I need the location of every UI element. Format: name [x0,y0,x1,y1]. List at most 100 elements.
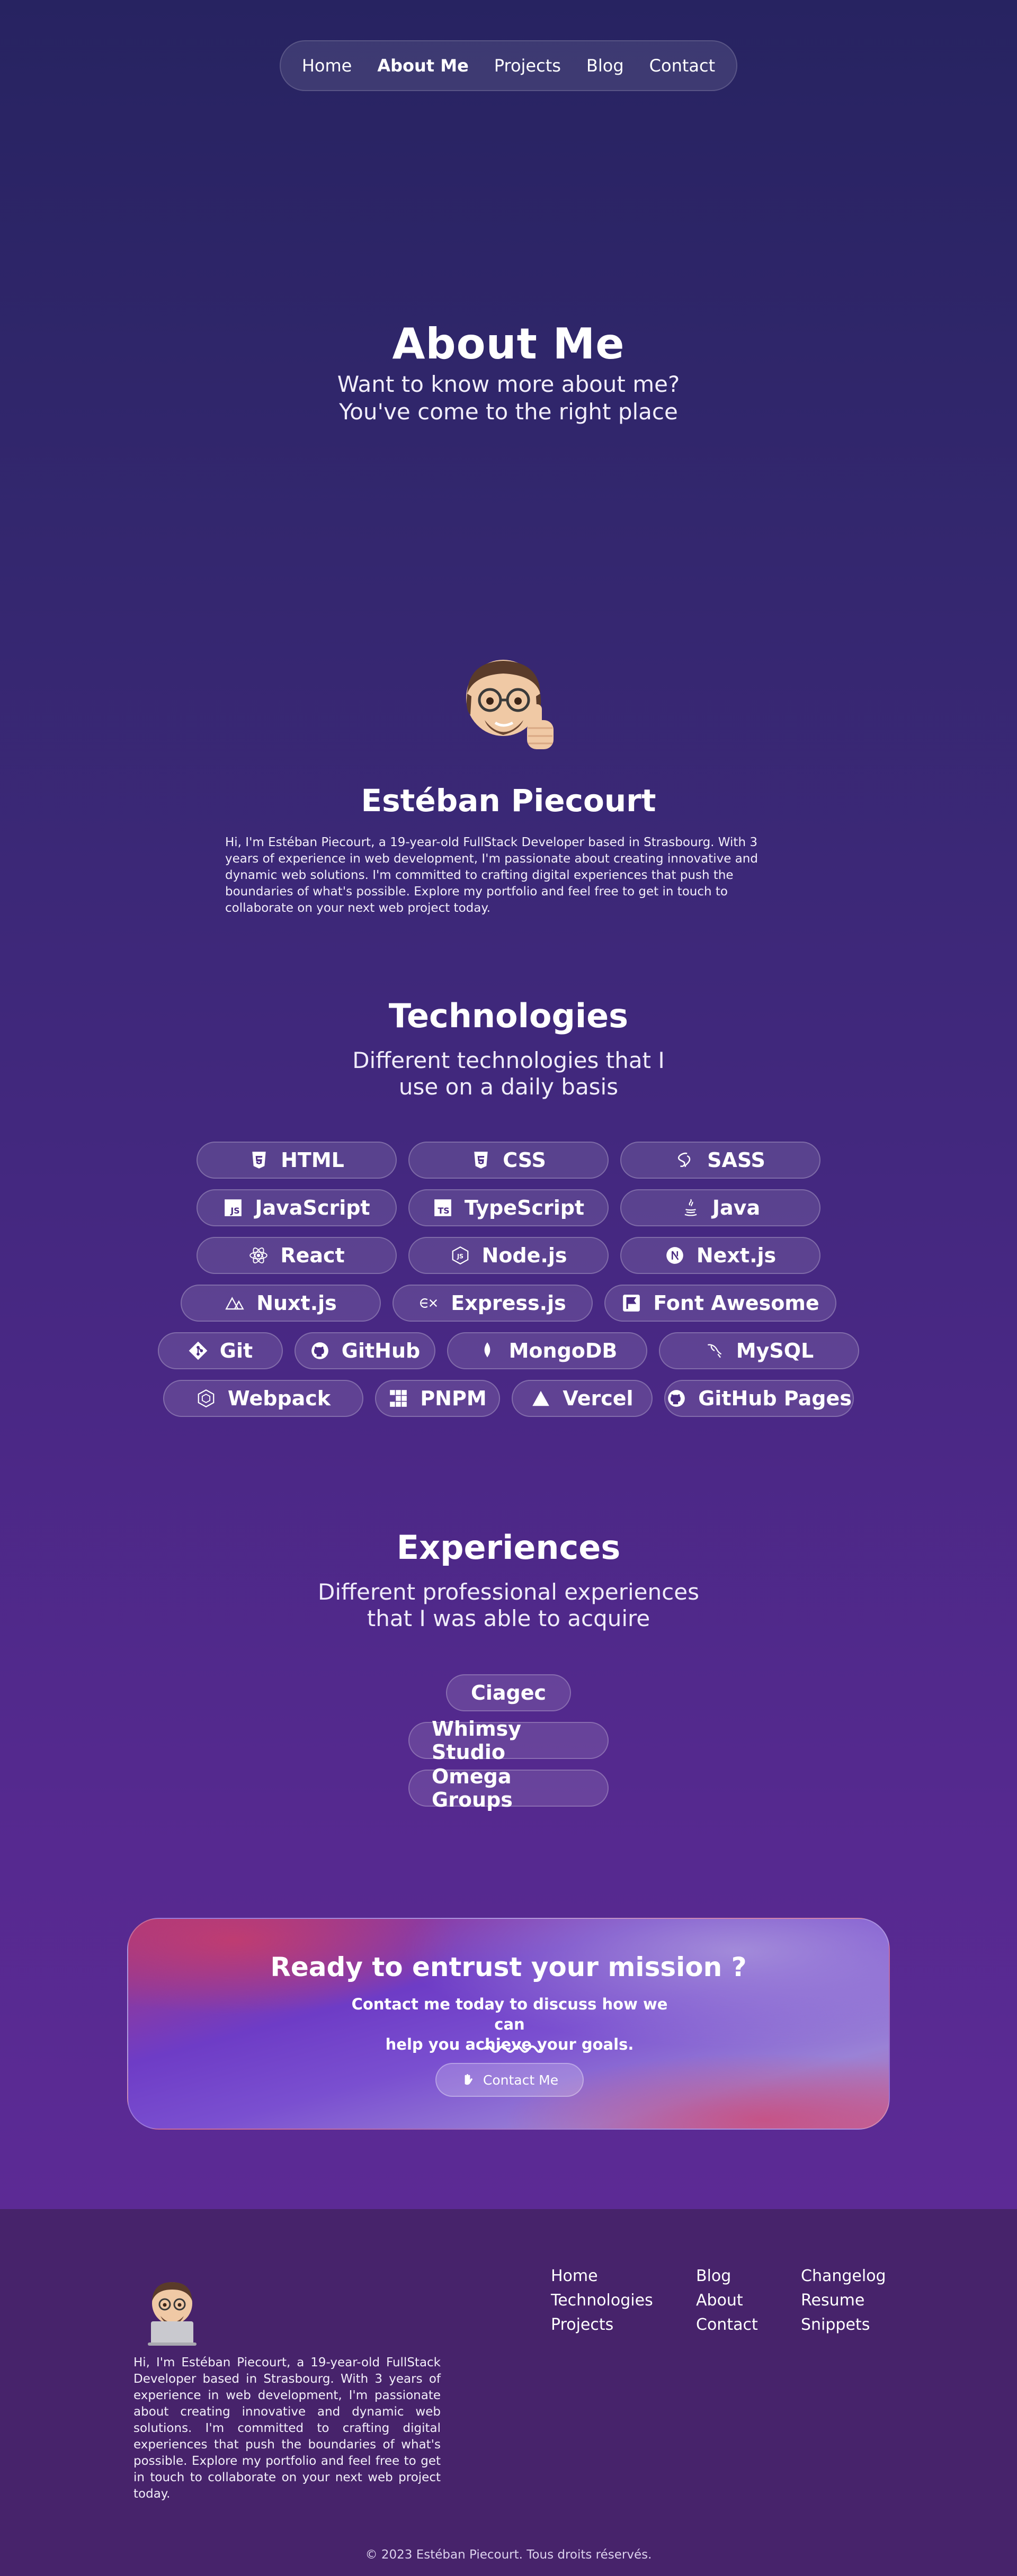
technologies-row: React JS Node.js Next.js [0,1237,1017,1274]
tech-chip-label: Webpack [227,1387,331,1410]
mysql-icon [704,1341,725,1361]
tech-chip-nuxtjs[interactable]: Nuxt.js [181,1285,381,1322]
footer: Hi, I'm Estéban Piecourt, a 19-year-old … [0,2209,1017,2576]
nav-link-about-me[interactable]: About Me [364,56,481,76]
tech-chip-label: Nuxt.js [256,1291,337,1315]
vercel-icon [531,1388,551,1408]
nav-link-home[interactable]: Home [289,56,365,76]
experience-chip-ciagec[interactable]: Ciagec [446,1674,571,1711]
font-awesome-icon [621,1293,641,1313]
technologies-row: Webpack PNPM Vercel GitHub Pages [0,1380,1017,1417]
memoji-thumbs-up-icon [466,660,554,749]
react-icon [248,1245,269,1265]
tech-chip-mongodb[interactable]: MongoDB [447,1332,647,1369]
experience-chip-whimsy-studio[interactable]: Whimsy Studio [408,1717,609,1764]
sass-icon [675,1150,695,1170]
footer-bio: Hi, I'm Estéban Piecourt, a 19-year-old … [133,2356,441,2501]
footer-link-about[interactable]: About [696,2291,758,2311]
webpack-icon [196,1388,216,1408]
tech-chip-javascript[interactable]: JS JavaScript [197,1189,397,1226]
hero-subtitle-line-2: You've come to the right place [339,399,678,425]
cta-title: Ready to entrust your mission ? [270,1952,747,1982]
hero-subtitle-line-1: Want to know more about me? [337,371,680,397]
tech-chip-nextjs[interactable]: Next.js [620,1237,820,1274]
tech-chip-html[interactable]: HTML [197,1142,397,1179]
footer-link-blog[interactable]: Blog [696,2266,758,2286]
footer-link-projects[interactable]: Projects [551,2315,653,2335]
page-title: About Me [392,319,625,369]
copyright-text: © 2023 Estéban Piecourt. Tous droits rés… [365,2548,652,2562]
tech-chip-label: Git [219,1339,253,1362]
experiences-title: Experiences [396,1528,621,1567]
experiences-subtitle-line-2: that I was able to acquire [367,1605,650,1631]
tech-chip-label: Node.js [481,1244,567,1267]
tech-chip-github[interactable]: GitHub [295,1332,435,1369]
profile-name: Estéban Piecourt [361,783,656,819]
tech-chip-label: Express.js [451,1291,566,1315]
footer-links-column-3: Changelog Resume Snippets [801,2266,886,2335]
tech-chip-label: JavaScript [255,1196,370,1219]
java-icon [681,1198,701,1218]
tech-chip-label: React [280,1244,345,1267]
hero-section: About Me Want to know more about me? You… [0,318,1017,426]
tech-chip-label: Vercel [563,1387,634,1410]
tech-chip-java[interactable]: Java [620,1189,820,1226]
svg-text:JS: JS [456,1253,463,1260]
tech-chip-typescript[interactable]: TS TypeScript [408,1189,609,1226]
top-navigation: Home About Me Projects Blog Contact [280,40,737,91]
footer-link-changelog[interactable]: Changelog [801,2266,886,2286]
tech-chip-vercel[interactable]: Vercel [512,1380,653,1417]
technologies-subtitle-line-1: Different technologies that I [352,1047,665,1073]
technologies-list: HTML CSS SASS JS JavaScript TS TypeScrip… [0,1142,1017,1428]
tech-chip-react[interactable]: React [197,1237,397,1274]
tech-chip-nodejs[interactable]: JS Node.js [408,1237,609,1274]
tech-chip-sass[interactable]: SASS [620,1142,820,1179]
tech-chip-expressjs[interactable]: Express.js [392,1285,593,1322]
tech-chip-css[interactable]: CSS [408,1142,609,1179]
experiences-list: Ciagec Whimsy Studio Omega Groups [0,1674,1017,1811]
tech-chip-label: CSS [503,1148,546,1172]
experience-chip-omega-groups[interactable]: Omega Groups [408,1765,609,1811]
footer-link-technologies[interactable]: Technologies [551,2291,653,2311]
experience-chip-label: Ciagec [470,1681,547,1704]
experience-chip-label: Whimsy Studio [432,1717,521,1764]
experience-chip-label: Omega Groups [432,1765,513,1811]
contact-me-button[interactable]: Contact Me [435,2063,584,2097]
footer-link-home[interactable]: Home [551,2266,653,2286]
nuxtjs-icon [225,1293,245,1313]
tech-chip-label: GitHub [341,1339,421,1362]
tech-chip-label: MySQL [736,1339,814,1362]
svg-text:TS: TS [438,1206,449,1216]
wave-divider-icon [483,2045,541,2053]
nodejs-icon: JS [450,1245,470,1265]
technologies-row: Nuxt.js Express.js Font Awesome [0,1285,1017,1322]
nav-link-projects[interactable]: Projects [481,56,574,76]
git-icon [188,1341,208,1361]
tech-chip-github-pages[interactable]: GitHub Pages [664,1380,854,1417]
tech-chip-font-awesome[interactable]: Font Awesome [604,1285,836,1322]
contact-me-button-label: Contact Me [483,2072,559,2088]
tech-chip-label: Next.js [696,1244,777,1267]
tech-chip-webpack[interactable]: Webpack [163,1380,363,1417]
nav-link-contact[interactable]: Contact [637,56,728,76]
svg-text:JS: JS [230,1206,240,1216]
css3-icon [471,1150,491,1170]
nav-link-blog[interactable]: Blog [574,56,637,76]
typescript-icon: TS [433,1198,453,1218]
footer-link-resume[interactable]: Resume [801,2291,886,2311]
tech-chip-label: HTML [281,1148,344,1172]
footer-link-snippets[interactable]: Snippets [801,2315,886,2335]
tech-chip-label: GitHub Pages [698,1387,852,1410]
technologies-row: JS JavaScript TS TypeScript Java [0,1189,1017,1226]
mongodb-icon [477,1341,497,1361]
profile-avatar-wrapper [0,651,1017,757]
nextjs-icon [665,1245,685,1265]
tech-chip-label: SASS [707,1148,765,1172]
tech-chip-git[interactable]: Git [158,1332,283,1369]
footer-link-contact[interactable]: Contact [696,2315,758,2335]
technologies-row: HTML CSS SASS [0,1142,1017,1179]
tech-chip-pnpm[interactable]: PNPM [375,1380,500,1417]
tech-chip-mysql[interactable]: MySQL [659,1332,859,1369]
tech-chip-label: MongoDB [508,1339,618,1362]
experiences-subtitle-line-1: Different professional experiences [318,1579,699,1605]
